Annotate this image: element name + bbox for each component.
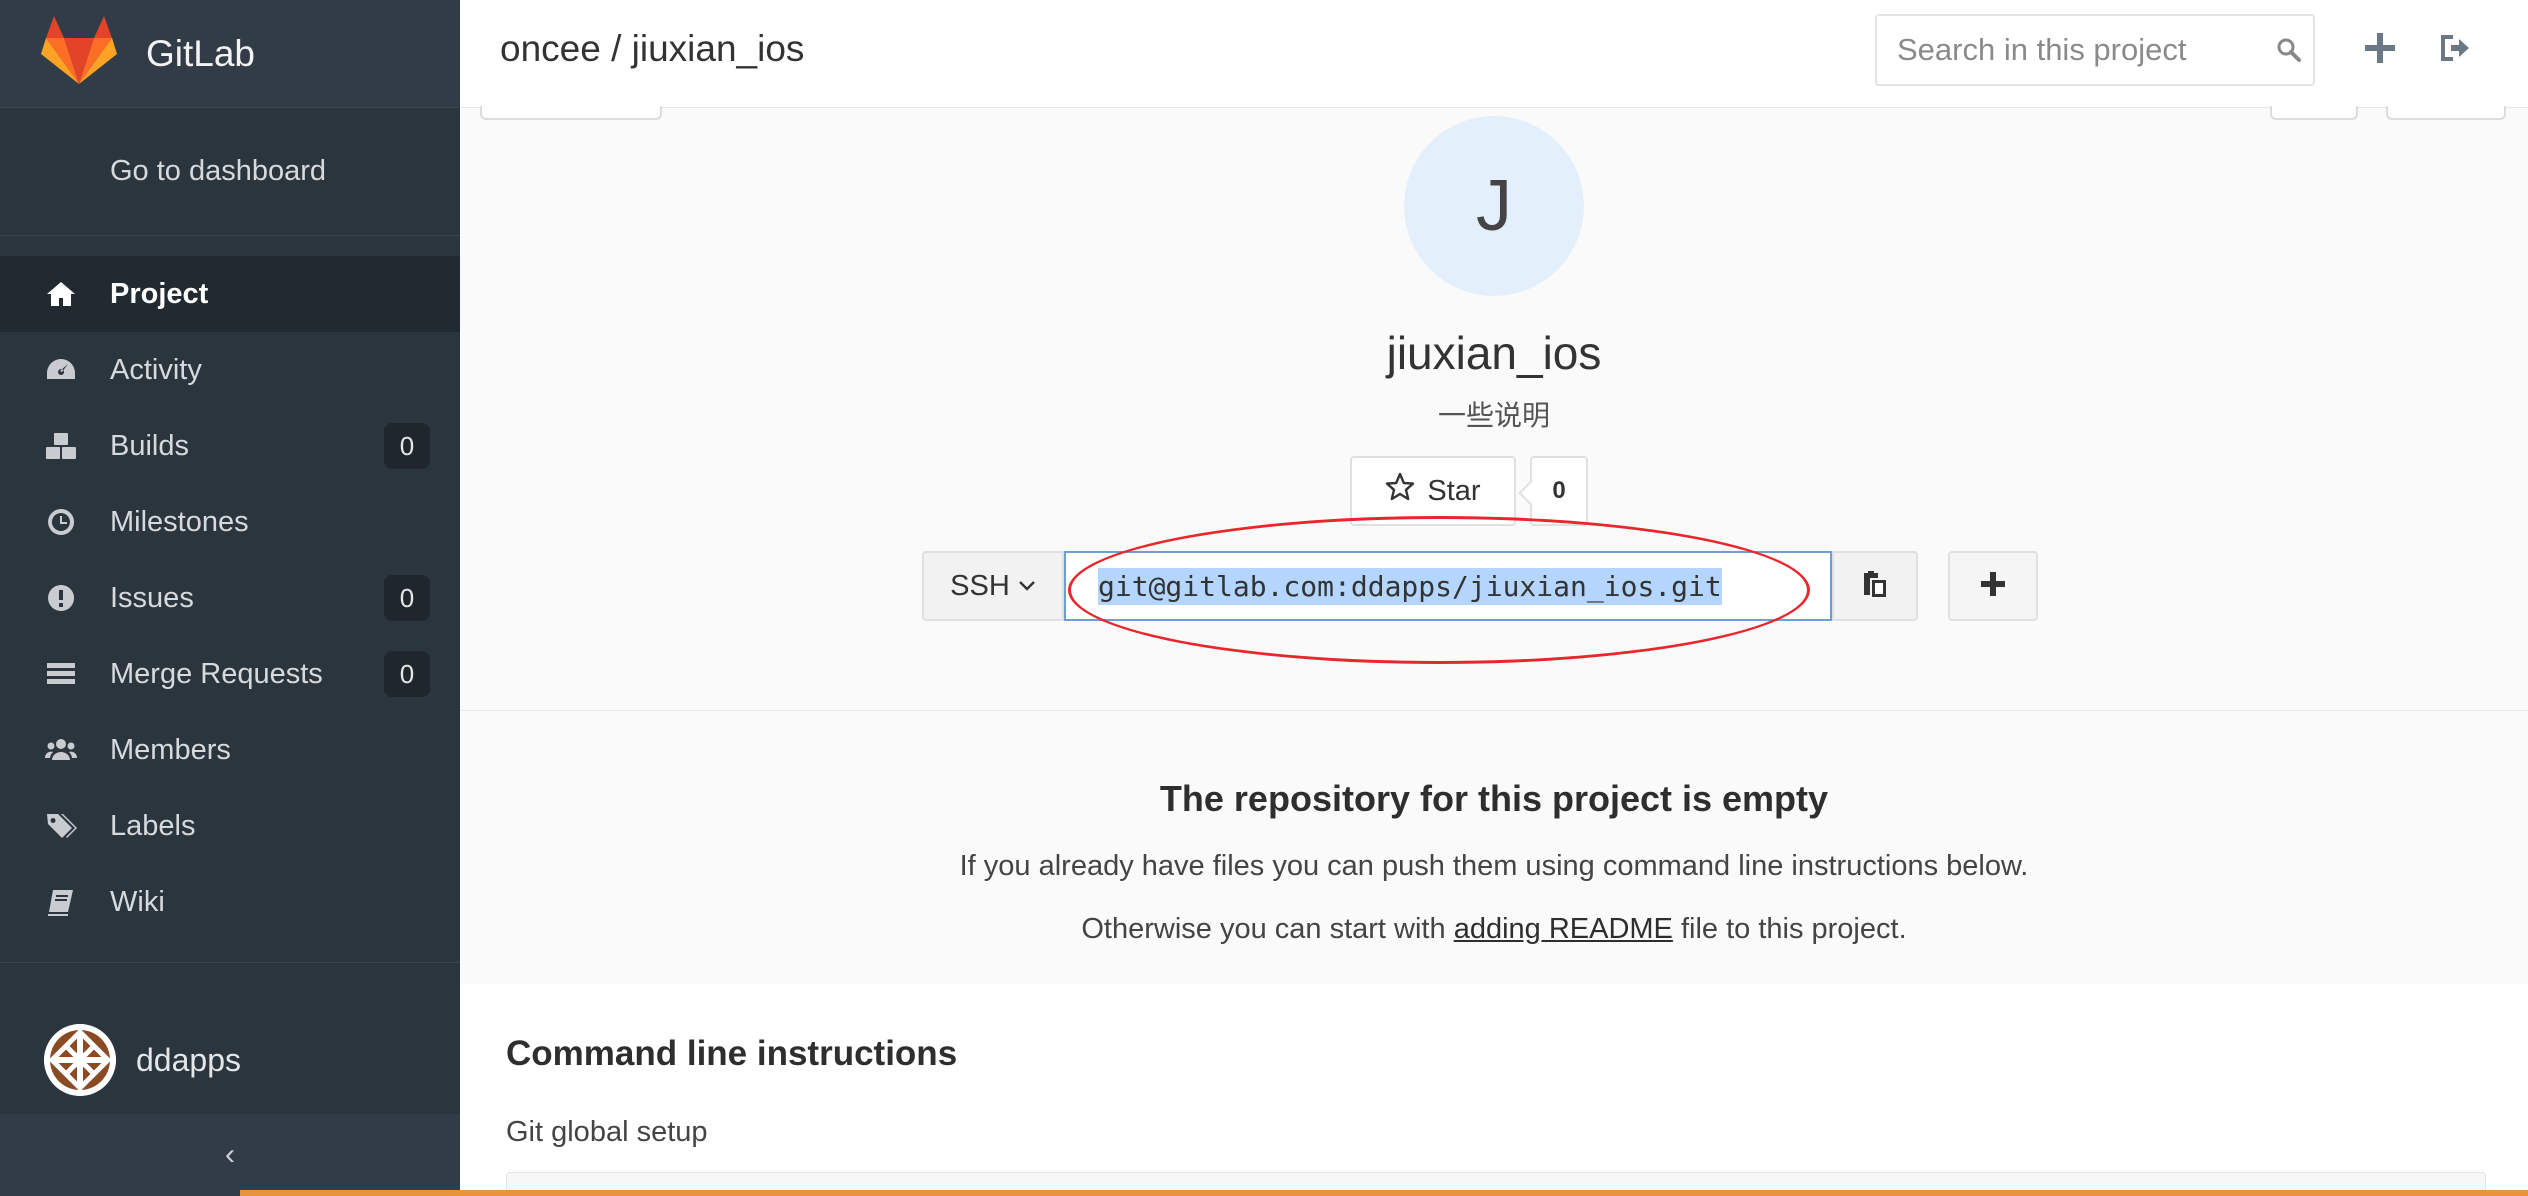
sidebar-item-milestones[interactable]: Milestones bbox=[0, 484, 460, 560]
sidebar-item-label: Milestones bbox=[110, 505, 249, 538]
clone-url-input[interactable]: git@gitlab.com:ddapps/jiuxian_ios.git bbox=[1064, 551, 1832, 621]
sidebar-nav: Project Activity Builds 0 Milestones Iss… bbox=[0, 256, 460, 940]
sidebar-item-label: Issues bbox=[110, 581, 194, 614]
merge-requests-count-badge: 0 bbox=[384, 651, 430, 697]
clone-protocol-dropdown[interactable]: SSH bbox=[922, 551, 1064, 621]
issues-count-badge: 0 bbox=[384, 575, 430, 621]
users-icon bbox=[42, 731, 80, 769]
home-icon bbox=[42, 275, 80, 313]
sidebar: GitLab Go to dashboard Project Activity … bbox=[0, 0, 460, 1196]
sidebar-item-label: Merge Requests bbox=[110, 657, 323, 690]
readme-hint-prefix: Otherwise you can start with bbox=[1081, 913, 1454, 945]
app-name: GitLab bbox=[146, 32, 256, 74]
sidebar-item-label: Builds bbox=[110, 429, 189, 462]
clone-url-text: git@gitlab.com:ddapps/jiuxian_ios.git bbox=[1098, 567, 1722, 605]
command-line-instructions: Command line instructions Git global set… bbox=[460, 984, 2528, 1196]
dashboard-icon bbox=[42, 351, 80, 389]
sidebar-item-label: Activity bbox=[110, 353, 202, 386]
empty-repo-readme-hint: Otherwise you can start with adding READ… bbox=[460, 913, 2528, 946]
sidebar-item-activity[interactable]: Activity bbox=[0, 332, 460, 408]
go-to-dashboard-link[interactable]: Go to dashboard bbox=[0, 108, 460, 236]
sidebar-item-builds[interactable]: Builds 0 bbox=[0, 408, 460, 484]
empty-repo-instructions: If you already have files you can push t… bbox=[959, 850, 2029, 882]
partial-button[interactable] bbox=[2270, 106, 2358, 120]
sidebar-item-merge-requests[interactable]: Merge Requests 0 bbox=[0, 636, 460, 712]
top-header: oncee / jiuxian_ios Search in this proje… bbox=[460, 0, 2528, 108]
clipboard-icon bbox=[1860, 569, 1890, 604]
current-user[interactable]: ddapps bbox=[0, 1015, 460, 1105]
search-icon bbox=[2265, 37, 2313, 63]
brand[interactable]: GitLab bbox=[0, 0, 460, 108]
star-icon bbox=[1385, 472, 1427, 510]
sidebar-item-issues[interactable]: Issues 0 bbox=[0, 560, 460, 636]
plus-icon bbox=[1979, 570, 2007, 603]
cli-section-title: Git global setup bbox=[506, 1116, 708, 1148]
collapse-sidebar-button[interactable]: ‹ bbox=[0, 1114, 460, 1196]
sidebar-item-members[interactable]: Members bbox=[0, 712, 460, 788]
exclamation-circle-icon bbox=[42, 579, 80, 617]
chevron-left-icon: ‹ bbox=[225, 1138, 235, 1171]
add-dropdown-button[interactable] bbox=[1948, 551, 2038, 621]
cubes-icon bbox=[42, 427, 80, 465]
sidebar-item-label: Members bbox=[110, 733, 231, 766]
sidebar-item-labels[interactable]: Labels bbox=[0, 788, 460, 864]
username: ddapps bbox=[136, 1041, 241, 1078]
star-count[interactable]: 0 bbox=[1530, 456, 1588, 526]
list-icon bbox=[42, 655, 80, 693]
protocol-label: SSH bbox=[950, 569, 1010, 602]
search-input[interactable]: Search in this project bbox=[1875, 14, 2315, 86]
sidebar-item-label: Labels bbox=[110, 809, 196, 842]
partial-button[interactable] bbox=[480, 106, 662, 120]
sidebar-item-project[interactable]: Project bbox=[0, 256, 460, 332]
search-placeholder: Search in this project bbox=[1897, 32, 2187, 67]
divider bbox=[460, 710, 2528, 711]
cli-title: Command line instructions bbox=[506, 1034, 958, 1073]
sign-out-icon[interactable] bbox=[2434, 28, 2474, 68]
builds-count-badge: 0 bbox=[384, 423, 430, 469]
sidebar-divider bbox=[0, 962, 460, 963]
partial-button[interactable] bbox=[2386, 106, 2506, 120]
empty-repo-title: The repository for this project is empty bbox=[1159, 778, 1829, 819]
breadcrumb[interactable]: oncee / jiuxian_ios bbox=[500, 28, 804, 70]
project-title: jiuxian_ios bbox=[1386, 327, 1602, 379]
gitlab-logo-icon bbox=[40, 16, 118, 91]
adding-readme-link[interactable]: adding README bbox=[1454, 913, 1673, 945]
readme-hint-suffix: file to this project. bbox=[1672, 913, 1907, 945]
sidebar-item-wiki[interactable]: Wiki bbox=[0, 864, 460, 940]
book-icon bbox=[42, 883, 80, 921]
sidebar-item-label: Wiki bbox=[110, 885, 165, 918]
window-bottom-strip bbox=[240, 1190, 2528, 1196]
project-description: 一些说明 bbox=[1437, 400, 1550, 431]
star-label: Star bbox=[1427, 474, 1481, 507]
tags-icon bbox=[42, 807, 80, 845]
chevron-down-icon bbox=[1010, 570, 1036, 603]
clock-icon bbox=[42, 503, 80, 541]
user-avatar bbox=[44, 1024, 116, 1096]
plus-icon[interactable] bbox=[2360, 28, 2400, 68]
main-content: J jiuxian_ios 一些说明 Star 0 SSH git@gitlab… bbox=[460, 106, 2528, 1196]
sidebar-item-label: Project bbox=[110, 277, 209, 310]
project-avatar: J bbox=[1404, 116, 1584, 296]
copy-url-button[interactable] bbox=[1832, 551, 1918, 621]
star-button[interactable]: Star bbox=[1350, 456, 1516, 526]
